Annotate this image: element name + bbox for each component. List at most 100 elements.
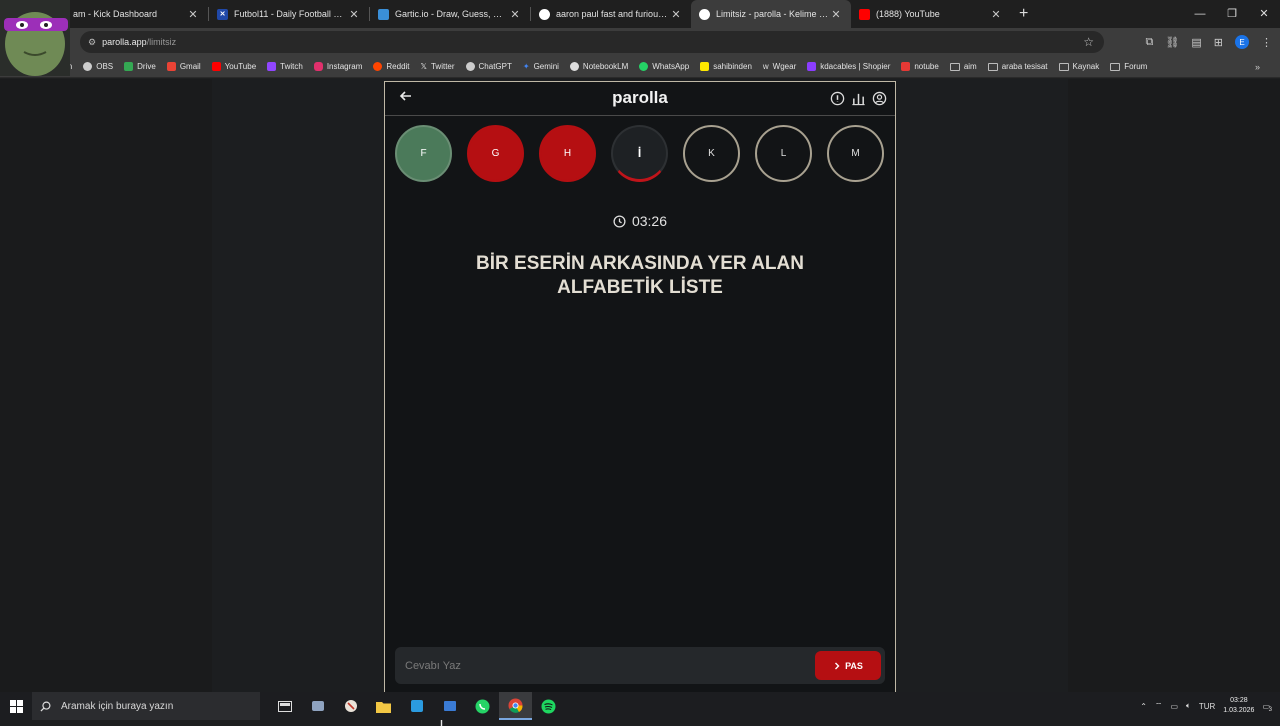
bookmark-notube[interactable]: notube — [901, 62, 939, 71]
parolla-favicon-icon — [699, 8, 710, 20]
x-logo-icon: 𝕏 — [420, 62, 427, 71]
user-icon[interactable] — [872, 91, 887, 106]
info-icon[interactable] — [830, 91, 845, 106]
tab-google-search[interactable]: aaron paul fast and furious - G ✕ — [531, 0, 691, 28]
system-tray: ⌃ ⌔ ▭ 🔈︎ TUR 03:28 1.03.2026 ▭ 3 — [1140, 692, 1273, 720]
letter-k: K — [683, 125, 740, 182]
close-icon[interactable]: ✕ — [669, 8, 683, 21]
notebooklm-icon — [569, 62, 579, 71]
letter-wheel: F G H İ K L M — [395, 125, 887, 185]
close-icon[interactable]: ✕ — [989, 8, 1003, 21]
bookmark-star-icon[interactable]: ☆ — [1083, 35, 1094, 49]
app-icon — [443, 701, 456, 711]
network-icon[interactable]: ⌔ — [1155, 701, 1163, 711]
restore-icon[interactable]: ❐ — [1216, 0, 1248, 28]
shopier-icon — [807, 62, 817, 71]
close-window-icon[interactable]: ✕ — [1248, 0, 1280, 28]
pass-button[interactable]: PAS — [815, 651, 881, 680]
taskbar-app-4[interactable] — [433, 692, 466, 720]
input-language[interactable]: TUR — [1199, 702, 1215, 711]
file-explorer-button[interactable] — [367, 692, 400, 720]
pass-label: PAS — [845, 660, 863, 671]
link-icon[interactable]: ⛓ — [1165, 36, 1179, 49]
start-button[interactable] — [0, 692, 32, 720]
windows-logo-icon — [9, 699, 23, 713]
bookmark-notebooklm[interactable]: NotebookLM — [569, 62, 628, 71]
google-icon — [539, 8, 550, 20]
tab-parolla[interactable]: Limitsiz - parolla - Kelime oyun ✕ — [691, 0, 851, 28]
answer-input[interactable] — [405, 656, 785, 676]
notube-icon — [901, 62, 911, 71]
site-info-icon[interactable]: ⚙ — [88, 37, 96, 48]
bookmark-shopier[interactable]: kdacables | Shopier — [807, 62, 890, 71]
tab-kick[interactable]: am - Kick Dashboard ✕ — [48, 0, 208, 28]
tab-title: Futbol11 - Daily Football Game — [234, 9, 347, 19]
spotify-icon — [541, 699, 556, 713]
bookmark-twitter[interactable]: 𝕏 Twitter — [421, 62, 455, 71]
whatsapp-icon — [639, 62, 649, 71]
parolla-logo: parolla — [612, 88, 668, 107]
bookmark-folder-kaynak[interactable]: Kaynak — [1058, 62, 1099, 71]
bookmark-folder-aim[interactable]: aim — [949, 62, 977, 71]
gmail-icon — [166, 62, 176, 71]
chrome-taskbar-button[interactable] — [499, 692, 532, 720]
minimize-icon[interactable]: — — [1184, 0, 1216, 28]
bookmark-drive[interactable]: Drive — [124, 62, 156, 71]
task-view-button[interactable] — [268, 692, 301, 720]
close-icon[interactable]: ✕ — [347, 8, 361, 21]
profile-avatar[interactable]: E — [1235, 35, 1249, 49]
tab-youtube[interactable]: (1888) YouTube ✕ — [851, 0, 1011, 28]
new-tab-button[interactable]: + — [1019, 5, 1028, 23]
bookmark-chatgpt[interactable]: ChatGPT — [465, 62, 512, 71]
letter-m: M — [827, 125, 884, 182]
youtube-icon — [859, 8, 870, 20]
bookmark-gmail[interactable]: Gmail — [166, 62, 201, 71]
bookmark-whatsapp[interactable]: WhatsApp — [639, 62, 689, 71]
tray-overflow-icon[interactable]: ⌃ — [1140, 702, 1147, 711]
obs-icon — [83, 62, 93, 71]
letter-l: L — [755, 125, 812, 182]
spotify-taskbar-button[interactable] — [532, 692, 565, 720]
bookmark-twitch[interactable]: Twitch — [267, 62, 303, 71]
taskbar-search[interactable]: Aramak için buraya yazın — [32, 692, 260, 720]
twitch-icon — [267, 62, 277, 71]
notification-icon[interactable]: ▭ 3 — [1262, 702, 1273, 713]
windows-taskbar: Aramak için buraya yazın ⌃ ⌔ ▭ 🔈︎ TUR 03… — [0, 692, 1280, 720]
chrome-icon — [508, 698, 523, 713]
bookmark-folder-forum[interactable]: Forum — [1110, 62, 1147, 71]
address-bar[interactable]: ⚙ parolla.app/limitsiz ☆ — [80, 31, 1104, 53]
close-icon[interactable]: ✕ — [829, 8, 843, 21]
bookmark-instagram[interactable]: Instagram — [313, 62, 362, 71]
bookmark-gemini[interactable]: ✦ Gemini — [523, 62, 559, 71]
extensions-icon[interactable]: ⧉ — [1146, 36, 1154, 49]
reading-list-icon[interactable]: ▤ — [1191, 36, 1201, 49]
tab-gartic[interactable]: Gartic.io - Draw, Guess, WIN ✕ — [370, 0, 530, 28]
tab-futbol11[interactable]: ✕ Futbol11 - Daily Football Game ✕ — [209, 0, 369, 28]
taskbar-app-3[interactable] — [400, 692, 433, 720]
close-icon[interactable]: ✕ — [186, 8, 200, 21]
whatsapp-taskbar-button[interactable] — [466, 692, 499, 720]
apps-icon[interactable]: ⊞ — [1214, 36, 1223, 49]
close-icon[interactable]: ✕ — [508, 8, 522, 21]
bookmark-reddit[interactable]: Reddit — [373, 62, 410, 71]
gemini-icon: ✦ — [522, 62, 530, 71]
volume-icon[interactable]: 🔈︎ — [1186, 701, 1191, 711]
display-icon[interactable]: ▭ — [1170, 702, 1178, 711]
app-icon — [344, 700, 357, 712]
tab-title: am - Kick Dashboard — [73, 9, 158, 19]
letter-h: H — [539, 125, 596, 182]
taskbar-app-2[interactable] — [334, 692, 367, 720]
taskbar-clock[interactable]: 03:28 1.03.2026 — [1223, 696, 1254, 716]
bookmarks-overflow-button[interactable]: » — [1255, 62, 1260, 72]
bookmark-folder-araba-tesisat[interactable]: araba tesisat — [987, 62, 1048, 71]
menu-icon[interactable]: ⋮ — [1261, 36, 1272, 49]
youtube-icon — [211, 62, 221, 71]
stats-icon[interactable] — [851, 91, 866, 106]
taskbar-app-1[interactable] — [301, 692, 334, 720]
bookmark-sahibinden[interactable]: sahibinden — [700, 62, 752, 71]
drive-icon — [124, 62, 134, 71]
bookmark-youtube[interactable]: YouTube — [211, 62, 256, 71]
bookmark-wgear[interactable]: w Wgear — [763, 62, 796, 71]
bookmark-obs[interactable]: OBS — [83, 62, 113, 71]
url-path: /limitsiz — [146, 37, 177, 47]
